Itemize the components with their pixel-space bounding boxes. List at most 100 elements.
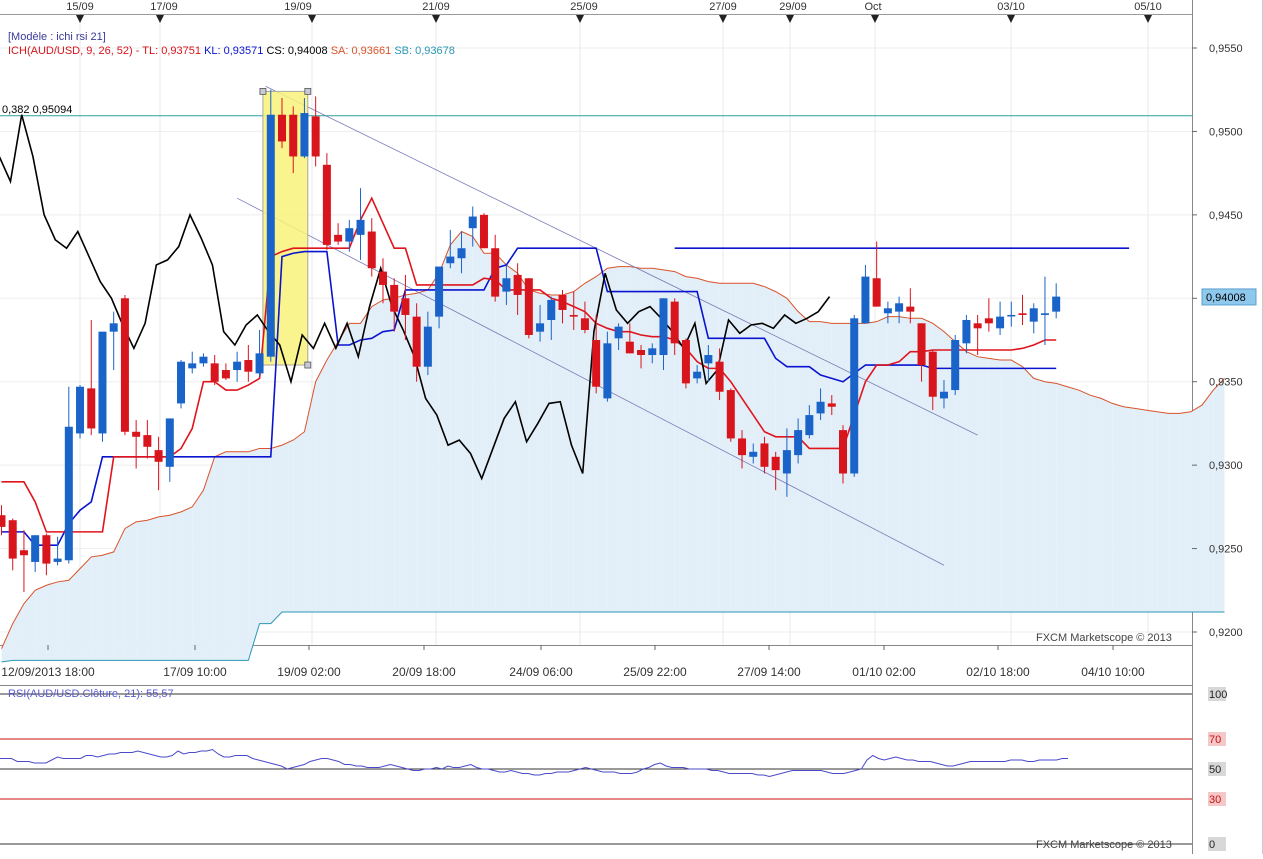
candle-body — [64, 426, 73, 561]
top-date-label: 17/09 — [150, 1, 178, 13]
watermark-rsi: FXCM Marketscope © 2013 — [1036, 839, 1172, 851]
candle-body — [1018, 313, 1027, 315]
candle-body — [760, 443, 769, 467]
candle-body — [569, 314, 578, 317]
candle-body — [435, 266, 444, 317]
cloud-segment — [798, 311, 810, 612]
candle-body — [805, 415, 814, 436]
cloud-segment — [809, 321, 821, 612]
bottom-time-label: 04/10 10:00 — [1081, 665, 1145, 679]
candle-body — [704, 355, 713, 364]
cloud-segment — [394, 294, 406, 612]
candle-body — [120, 298, 129, 432]
candle-body — [210, 363, 219, 382]
candle-body — [603, 343, 612, 399]
cloud-segment — [596, 268, 608, 612]
cloud-segment — [887, 316, 900, 612]
candle-body — [738, 438, 747, 456]
cloud-segment — [304, 381, 316, 612]
candle-body — [906, 306, 915, 312]
candle-body — [693, 371, 702, 379]
candle-body — [659, 298, 668, 356]
rsi-level-label: 0 — [1209, 839, 1215, 851]
cloud-segment — [12, 603, 24, 661]
cloud-segment — [483, 253, 496, 612]
cloud-segment — [1190, 405, 1203, 612]
candle-body — [872, 278, 881, 307]
cloud-segment — [1112, 403, 1124, 612]
top-date-tick — [576, 15, 584, 23]
top-date-tick — [1144, 15, 1152, 23]
cloud-segment — [1011, 360, 1023, 612]
candle-body — [177, 361, 186, 404]
cloud-segment — [708, 281, 720, 612]
ichimoku-label: ICH(AUD/USD, 9, 26, 52) - — [8, 45, 140, 57]
candle-body — [558, 294, 567, 310]
cloud-segment — [225, 451, 238, 661]
cloud-segment — [1089, 395, 1102, 612]
cloud-segment — [1, 623, 13, 663]
candle-body — [132, 431, 141, 437]
cloud-segment — [158, 515, 170, 661]
sb-value: SB: 0,93678 — [394, 45, 455, 57]
cloud-segment — [977, 356, 989, 612]
top-date-label: 19/09 — [284, 1, 312, 13]
candle-body — [984, 318, 993, 324]
top-date-tick — [432, 15, 440, 23]
cloud-segment — [876, 316, 888, 612]
cloud-segment — [988, 358, 1001, 612]
candle-body — [536, 323, 545, 332]
candle-body — [491, 248, 500, 297]
candle-body — [749, 451, 758, 457]
ichimoku-cloud-layer — [1, 230, 1225, 663]
chart-svg: 15/09 17/09 19/09 21/09 25/09 27/09 29/09 Oct 03… — [0, 0, 1263, 854]
candle-body — [648, 348, 657, 356]
cloud-segment — [282, 440, 294, 612]
candle-body — [524, 278, 533, 335]
candle-body — [165, 418, 174, 467]
top-date-tick — [156, 15, 164, 23]
cloud-segment — [237, 451, 249, 661]
cloud-segment — [540, 293, 552, 612]
bottom-time-label: 27/09 14:00 — [737, 665, 801, 679]
cloud-segment — [259, 448, 271, 624]
tl-value: TL: 0,93751 — [142, 45, 201, 57]
cloud-segment — [1134, 408, 1146, 612]
candle-body — [962, 319, 971, 344]
candle-body — [502, 278, 511, 292]
rsi-layer: 100 70 50 30 0 — [0, 687, 1227, 851]
bottom-time-label: 24/09 06:00 — [509, 665, 573, 679]
candle-body — [726, 390, 735, 439]
top-date-label: 27/09 — [709, 1, 737, 13]
candle-body — [637, 350, 646, 356]
candle-body — [939, 391, 948, 399]
candle-body — [378, 271, 387, 285]
candle-body — [143, 435, 152, 447]
cloud-segment — [23, 590, 36, 661]
cloud-segment — [349, 323, 361, 612]
candle-body — [0, 515, 6, 527]
price-axis-label: 0,9350 — [1209, 377, 1243, 389]
cloud-segment — [641, 268, 653, 612]
candle-body — [928, 351, 937, 397]
cloud-segment — [371, 299, 383, 612]
bottom-time-label: 25/09 22:00 — [623, 665, 687, 679]
candle-body — [154, 450, 163, 462]
candle-body — [334, 234, 343, 242]
candle-body — [98, 331, 107, 434]
cloud-segment — [528, 289, 541, 612]
cloud-segment — [35, 585, 47, 661]
price-axis-label: 0,9550 — [1209, 43, 1243, 55]
candle-body — [468, 216, 477, 229]
candle-body — [917, 323, 926, 366]
kl-value: KL: 0,93571 — [204, 45, 264, 57]
candle-body — [681, 340, 690, 384]
cloud-segment — [1000, 360, 1012, 612]
candle-body — [266, 114, 275, 357]
cloud-segment — [472, 236, 484, 612]
candle-body — [580, 318, 589, 330]
top-date-tick — [1007, 15, 1015, 23]
price-axis-label: 0,9450 — [1209, 210, 1243, 222]
cloud-segment — [1179, 411, 1191, 612]
cloud-segment — [147, 516, 159, 661]
